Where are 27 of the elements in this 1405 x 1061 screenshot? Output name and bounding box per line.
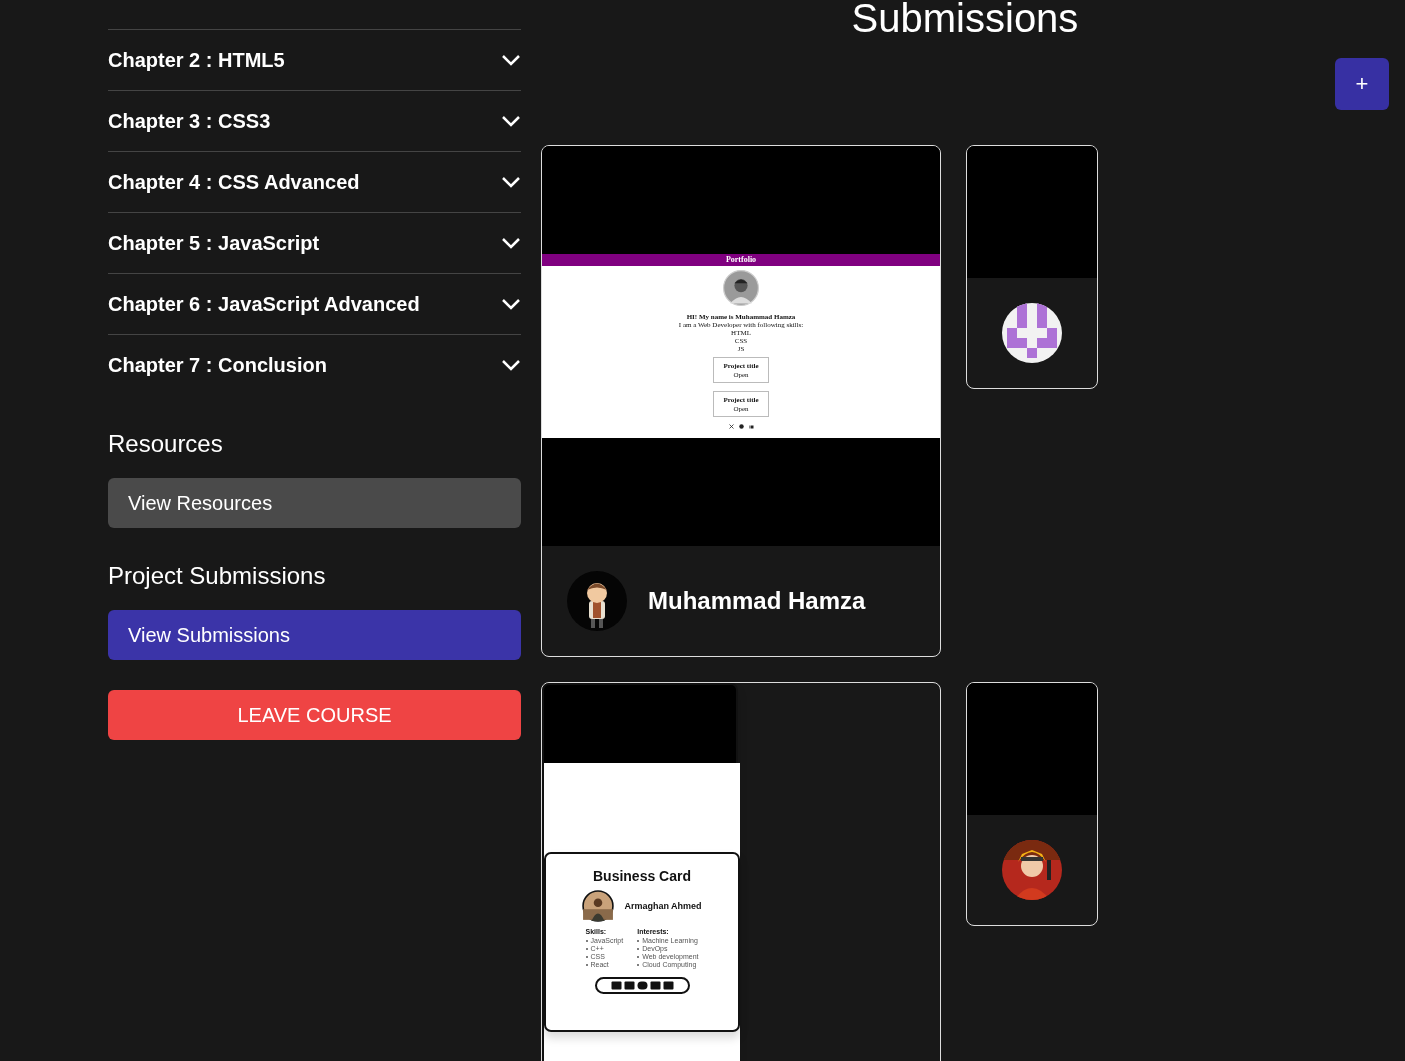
card-title: Business Card: [592, 868, 691, 884]
leave-course-button[interactable]: LEAVE COURSE: [108, 690, 521, 740]
chapter-accordion[interactable]: Chapter 4 : CSS Advanced: [108, 151, 521, 212]
submission-card[interactable]: [966, 145, 1098, 389]
chevron-icon: [501, 237, 521, 249]
view-submissions-button[interactable]: View Submissions: [108, 610, 521, 660]
card-name: Armaghan Ahmed: [624, 901, 702, 911]
page-title: Submissions: [850, 0, 1080, 40]
chapter-accordion[interactable]: Chapter 7 : Conclusion: [108, 334, 521, 395]
chevron-icon: [501, 359, 521, 371]
section-heading: Resources: [108, 430, 224, 458]
chapter-accordion[interactable]: Chapter 6 : JavaScript Advanced: [108, 273, 521, 334]
chevron-icon: [501, 54, 521, 66]
add-button[interactable]: +: [1335, 58, 1389, 110]
x-icon[interactable]: [728, 424, 734, 429]
view-resources-button[interactable]: View Resources: [108, 478, 521, 528]
identicon-avatar: [1002, 303, 1062, 363]
chapter-accordion[interactable]: Chapter 2 : HTML5: [108, 29, 521, 90]
submission-card[interactable]: [966, 682, 1098, 926]
chevron-icon: [501, 115, 521, 127]
author-name: Muhammad Hamza: [648, 587, 866, 615]
chevron-icon: [501, 176, 521, 188]
chapter-accordion[interactable]: Chapter 5 : JavaScript: [108, 212, 521, 273]
section-heading: Project Submissions: [108, 562, 327, 590]
chapter-accordion[interactable]: Chapter 3 : CSS3: [108, 90, 521, 151]
portfolio-header: Portfolio: [542, 254, 940, 266]
chevron-icon: [501, 298, 521, 310]
